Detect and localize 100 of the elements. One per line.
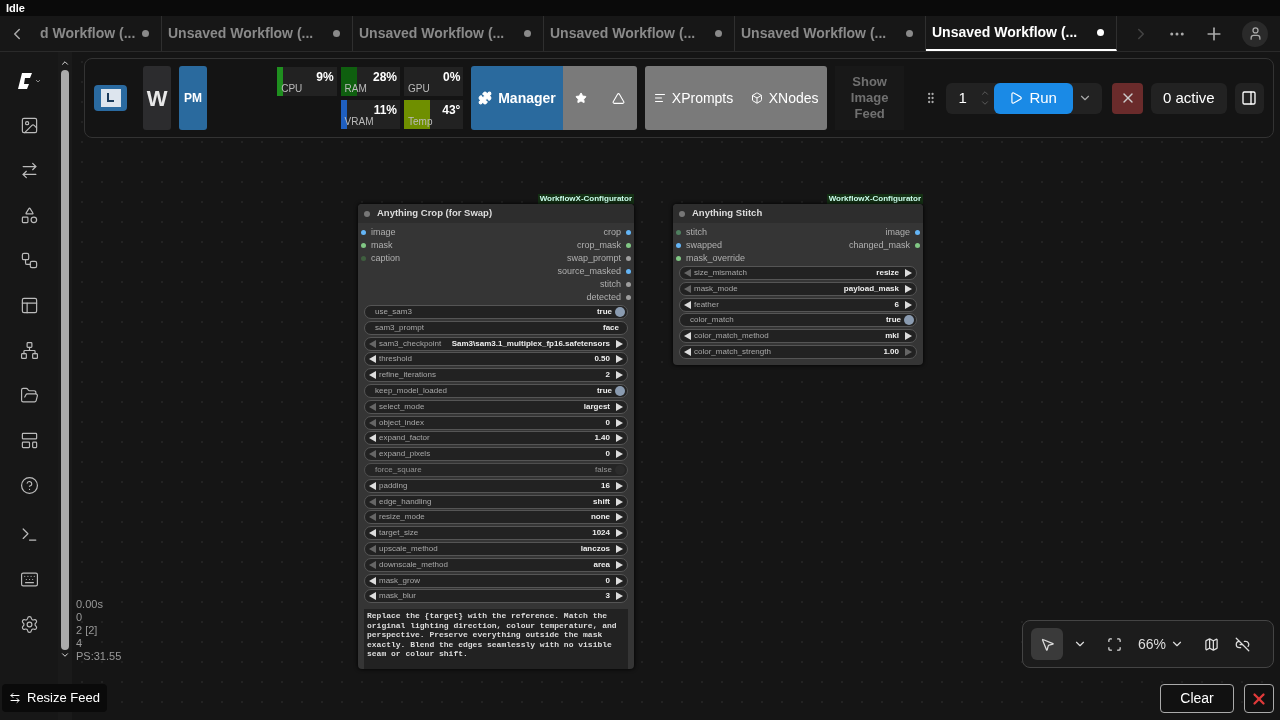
left-arrow-icon[interactable]: [369, 529, 376, 538]
left-arrow-icon[interactable]: [369, 371, 376, 380]
right-arrow-icon[interactable]: [905, 269, 912, 277]
right-arrow-icon[interactable]: [905, 332, 912, 341]
active-count[interactable]: 0 active: [1150, 82, 1227, 114]
node-panel[interactable]: [358, 204, 634, 670]
right-arrow-icon[interactable]: [905, 284, 912, 293]
xprompts-button[interactable]: XPrompts: [653, 87, 734, 109]
combo-widget[interactable]: size_mismatch resize: [679, 266, 917, 280]
combo-widget[interactable]: object_index 0: [364, 415, 628, 430]
toggle-widget[interactable]: force_square false: [364, 462, 628, 477]
batch-count-field[interactable]: 1: [945, 86, 980, 110]
text-widget[interactable]: sam3_prompt face: [364, 320, 628, 335]
right-arrow-icon[interactable]: [616, 529, 623, 538]
close-feed-button[interactable]: [1244, 684, 1274, 713]
left-arrow-icon[interactable]: [369, 481, 376, 490]
right-arrow-icon[interactable]: [616, 450, 623, 459]
right-arrow-icon[interactable]: [616, 513, 623, 522]
image-icon[interactable]: [19, 116, 39, 135]
combo-widget[interactable]: resize_mode none: [364, 510, 628, 525]
triangle-icon[interactable]: [611, 91, 625, 105]
layout-icon[interactable]: [19, 296, 39, 315]
left-arrow-icon[interactable]: [369, 355, 376, 364]
right-arrow-icon[interactable]: [616, 560, 623, 569]
user-button[interactable]: [1242, 20, 1268, 47]
combo-widget[interactable]: sam3_checkpoint Sam3\sam3.1_multiplex_fp16.safetensors: [364, 336, 628, 351]
stats-line: 0: [76, 611, 84, 624]
template-icon[interactable]: [19, 431, 39, 450]
w-badge[interactable]: W: [143, 66, 171, 130]
settings-icon[interactable]: [19, 615, 39, 634]
toggle-widget[interactable]: color_match true: [679, 313, 917, 328]
toggle-widget[interactable]: keep_model_loaded true: [364, 384, 628, 398]
left-arrow-icon[interactable]: [369, 592, 376, 601]
combo-widget[interactable]: target_size 1024: [364, 526, 628, 541]
scroll-down-icon[interactable]: [60, 650, 70, 660]
node-panel[interactable]: Anything Stitch stitch swapped mask_override image changed_mask size_mismatch resize mask_mode payload_mask feather 6 color_match true color_match_method mkl color_match_strength 1.00: [673, 204, 923, 365]
help-icon[interactable]: [19, 476, 39, 495]
keyboard-icon[interactable]: [19, 570, 39, 589]
right-arrow-icon[interactable]: [616, 371, 623, 380]
combo-widget[interactable]: color_match_strength 1.00: [679, 345, 917, 359]
links-toggle-icon[interactable]: [1235, 636, 1251, 652]
pm-badge[interactable]: PM: [178, 66, 208, 130]
combo-widget[interactable]: select_mode largest: [364, 399, 628, 414]
combo-widget[interactable]: feather 6: [679, 297, 917, 312]
right-arrow-icon[interactable]: [616, 544, 623, 553]
toggle-widget[interactable]: use_sam3 true: [364, 305, 628, 319]
scroll-up-icon[interactable]: [60, 58, 70, 68]
left-arrow-icon[interactable]: [369, 434, 376, 443]
left-arrow-icon[interactable]: [684, 348, 691, 356]
left-arrow-icon[interactable]: [369, 576, 376, 585]
clear-button[interactable]: Clear: [1160, 684, 1234, 713]
right-arrow-icon[interactable]: [616, 402, 623, 411]
right-arrow-icon[interactable]: [616, 434, 623, 443]
combo-widget[interactable]: color_match_method mkl: [679, 329, 917, 344]
logo-icon[interactable]: [16, 72, 42, 90]
fit-view-icon[interactable]: [1107, 636, 1122, 652]
right-arrow-icon[interactable]: [616, 418, 623, 427]
panel-toggle-button[interactable]: [1234, 82, 1264, 114]
cancel-button[interactable]: [1112, 82, 1143, 114]
scrollbar-thumb[interactable]: [61, 70, 69, 650]
combo-widget[interactable]: mask_mode payload_mask: [679, 281, 917, 296]
right-arrow-icon[interactable]: [616, 339, 623, 348]
manager-button[interactable]: Manager: [471, 66, 563, 130]
workflow-tab[interactable]: Unsaved Workflow (...: [162, 16, 353, 51]
network-icon[interactable]: [19, 341, 39, 360]
prompt-textarea[interactable]: Replace the {target} with the reference. Match the original lighting direction, colour temperature, and perspective. Preserve everything outside the mask exactly. Blend the edges seamlessly with no visible seam or colour shift.: [364, 609, 628, 670]
right-arrow-icon[interactable]: [616, 497, 623, 506]
combo-widget[interactable]: mask_grow 0: [364, 573, 628, 588]
right-arrow-icon[interactable]: [616, 481, 623, 490]
xnodes-button[interactable]: XNodes: [750, 87, 819, 109]
zoom-dropdown[interactable]: 66%: [1138, 633, 1185, 655]
right-arrow-icon[interactable]: [905, 300, 912, 309]
l-logo-button[interactable]: [94, 85, 128, 111]
workflow-tab[interactable]: d Workflow (...: [34, 16, 162, 51]
monitor-reading: 28%: [372, 69, 397, 86]
right-arrow-icon[interactable]: [616, 576, 623, 585]
combo-widget[interactable]: upscale_method lanczos: [364, 541, 628, 556]
combo-widget[interactable]: expand_pixels 0: [364, 447, 628, 462]
shapes-icon[interactable]: [19, 206, 39, 225]
run-button[interactable]: Run: [993, 82, 1073, 114]
combo-widget[interactable]: mask_blur 3: [364, 589, 628, 604]
workflow-icon[interactable]: [19, 251, 39, 270]
workflow-tab[interactable]: Unsaved Workflow (...: [544, 16, 735, 51]
folder-icon[interactable]: [19, 386, 39, 405]
combo-widget[interactable]: edge_handling shift: [364, 494, 628, 509]
workflow-tab[interactable]: Unsaved Workflow (...: [735, 16, 926, 51]
combo-widget[interactable]: refine_iterations 2: [364, 368, 628, 383]
workflow-tab[interactable]: Unsaved Workflow (...: [353, 16, 544, 51]
left-arrow-icon[interactable]: [684, 300, 691, 309]
left-arrow-icon[interactable]: [684, 332, 691, 341]
combo-widget[interactable]: downscale_method area: [364, 557, 628, 572]
pointer-button[interactable]: [1031, 628, 1063, 660]
right-arrow-icon[interactable]: [616, 355, 623, 364]
resize-feed-button[interactable]: Resize Feed: [2, 684, 107, 712]
combo-widget[interactable]: threshold 0.50: [364, 352, 628, 367]
combo-widget[interactable]: padding 16: [364, 478, 628, 493]
star-icon[interactable]: [574, 92, 587, 104]
minimap-icon[interactable]: [1204, 636, 1220, 652]
combo-widget[interactable]: expand_factor 1.40: [364, 431, 628, 446]
right-arrow-icon[interactable]: [616, 592, 623, 601]
